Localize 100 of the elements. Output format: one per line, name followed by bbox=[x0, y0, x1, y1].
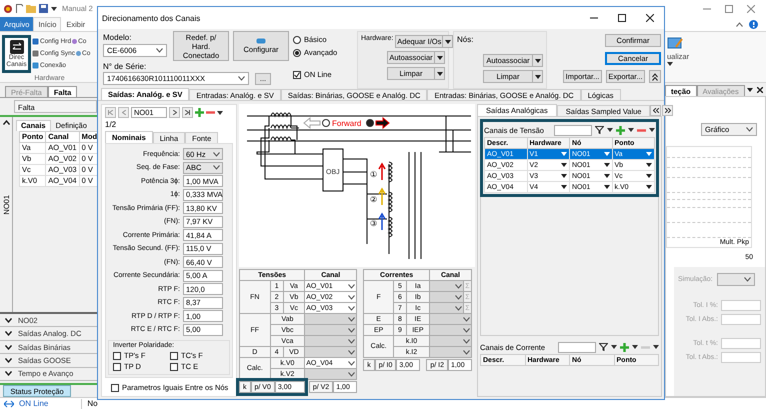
dropdown-button[interactable] bbox=[533, 70, 543, 83]
simulation-select[interactable] bbox=[716, 273, 755, 286]
double-chevron-left-icon bbox=[652, 108, 659, 112]
dropdown-button[interactable] bbox=[533, 54, 543, 67]
help-icon[interactable] bbox=[749, 20, 758, 28]
left-arrow-icon bbox=[303, 116, 320, 130]
direction-radio[interactable] bbox=[322, 119, 330, 127]
checkbox-icon[interactable] bbox=[170, 352, 178, 360]
search-field[interactable] bbox=[554, 124, 592, 136]
search-field[interactable] bbox=[558, 342, 596, 352]
radio-icon[interactable] bbox=[293, 36, 301, 44]
caret-icon bbox=[646, 152, 652, 156]
checkbox-icon[interactable] bbox=[170, 362, 178, 370]
collapse-ribbon-icon[interactable] bbox=[736, 22, 743, 26]
caret-icon bbox=[561, 174, 567, 178]
caret-icon bbox=[646, 163, 652, 167]
scroll-left-button[interactable] bbox=[650, 104, 662, 116]
status-text: No bbox=[87, 399, 98, 408]
chevron-down-icon bbox=[238, 76, 245, 81]
filter-icon[interactable] bbox=[599, 343, 608, 351]
filter-caret-icon bbox=[611, 345, 617, 349]
chip-icon bbox=[32, 38, 39, 44]
caret-icon bbox=[561, 163, 567, 167]
scroll-right-button[interactable] bbox=[662, 104, 674, 116]
add-caret-icon bbox=[628, 128, 634, 132]
chevron-down-icon bbox=[5, 371, 12, 376]
previous-button[interactable] bbox=[118, 107, 129, 118]
first-button[interactable] bbox=[105, 107, 116, 118]
caret-icon bbox=[646, 174, 652, 178]
check-icon bbox=[294, 72, 300, 78]
save-icon[interactable] bbox=[39, 4, 48, 13]
chevron-down-icon bbox=[746, 127, 753, 132]
quick-access-caret-icon bbox=[51, 6, 57, 10]
connection-icon bbox=[4, 400, 14, 408]
collapse-button[interactable] bbox=[649, 70, 661, 83]
update-caret-icon bbox=[667, 62, 673, 66]
next-button[interactable] bbox=[169, 107, 180, 118]
input-field[interactable] bbox=[721, 352, 761, 363]
direction-label: Forward bbox=[332, 119, 362, 128]
double-chevron-right-icon bbox=[664, 108, 671, 112]
add-icon[interactable] bbox=[620, 342, 629, 352]
close-icon[interactable] bbox=[757, 86, 763, 92]
field-label: N° de Série: bbox=[103, 62, 148, 71]
device-icon bbox=[256, 38, 266, 44]
up-arrow-icon bbox=[378, 188, 386, 206]
dropdown-button[interactable] bbox=[443, 35, 454, 48]
app-icon bbox=[3, 4, 13, 14]
first-icon bbox=[108, 110, 113, 115]
add-caret-icon bbox=[632, 345, 638, 349]
dialog-title: Direcionamento dos Canais bbox=[102, 14, 200, 22]
caret-icon bbox=[436, 56, 442, 60]
caret-icon bbox=[604, 163, 610, 167]
remove-caret-icon bbox=[653, 345, 659, 349]
last-icon bbox=[185, 110, 190, 115]
monitor-pencil-icon bbox=[667, 35, 683, 51]
caret-icon bbox=[534, 74, 540, 78]
radio-icon[interactable] bbox=[293, 48, 301, 56]
page-indicator: 1/2 bbox=[105, 120, 118, 129]
direction-radio[interactable] bbox=[366, 119, 374, 127]
chevron-down-icon bbox=[744, 277, 751, 282]
chevron-down-icon bbox=[5, 318, 12, 323]
caret-icon bbox=[604, 185, 610, 189]
add-icon[interactable] bbox=[616, 126, 625, 134]
input-field[interactable] bbox=[721, 338, 761, 349]
new-file-icon[interactable] bbox=[16, 4, 23, 13]
right-arrow-icon bbox=[376, 116, 390, 130]
previous-icon bbox=[122, 110, 126, 115]
current-transformer-number: ① bbox=[370, 170, 378, 179]
chevron-down-icon bbox=[5, 344, 12, 350]
double-chevron-up-icon bbox=[652, 72, 658, 80]
connection-status: ON Line bbox=[19, 399, 48, 408]
input-field[interactable] bbox=[721, 300, 761, 311]
close-icon[interactable] bbox=[646, 14, 654, 22]
current-transformer-number: ③ bbox=[370, 219, 378, 228]
dropdown-button[interactable] bbox=[435, 51, 445, 64]
chevron-down-icon bbox=[5, 331, 12, 336]
input-field[interactable] bbox=[721, 314, 761, 325]
checkbox-icon[interactable] bbox=[113, 362, 121, 370]
checkbox-icon[interactable] bbox=[113, 352, 121, 360]
caret-icon bbox=[534, 58, 540, 62]
link-icon bbox=[32, 62, 39, 68]
up-arrow-icon bbox=[378, 162, 386, 181]
caret-icon bbox=[561, 152, 567, 156]
wave-icon bbox=[76, 50, 82, 56]
add-icon[interactable] bbox=[195, 108, 204, 117]
last-button[interactable] bbox=[182, 107, 193, 118]
caret-icon bbox=[604, 174, 610, 178]
field-label: Modelo: bbox=[103, 33, 132, 42]
maximize-icon[interactable] bbox=[618, 14, 626, 22]
checkbox-icon[interactable] bbox=[293, 70, 301, 78]
group-label: Nós: bbox=[457, 35, 474, 44]
pin-menu-icon bbox=[747, 88, 753, 92]
dropdown-button[interactable] bbox=[435, 67, 445, 80]
gear-icon bbox=[32, 50, 39, 56]
next-icon bbox=[172, 110, 176, 115]
checkbox-icon[interactable] bbox=[111, 384, 119, 392]
filter-icon[interactable] bbox=[595, 126, 604, 134]
caret-icon bbox=[561, 185, 567, 189]
swap-arrows-icon bbox=[10, 40, 24, 54]
caret-icon bbox=[436, 72, 442, 76]
